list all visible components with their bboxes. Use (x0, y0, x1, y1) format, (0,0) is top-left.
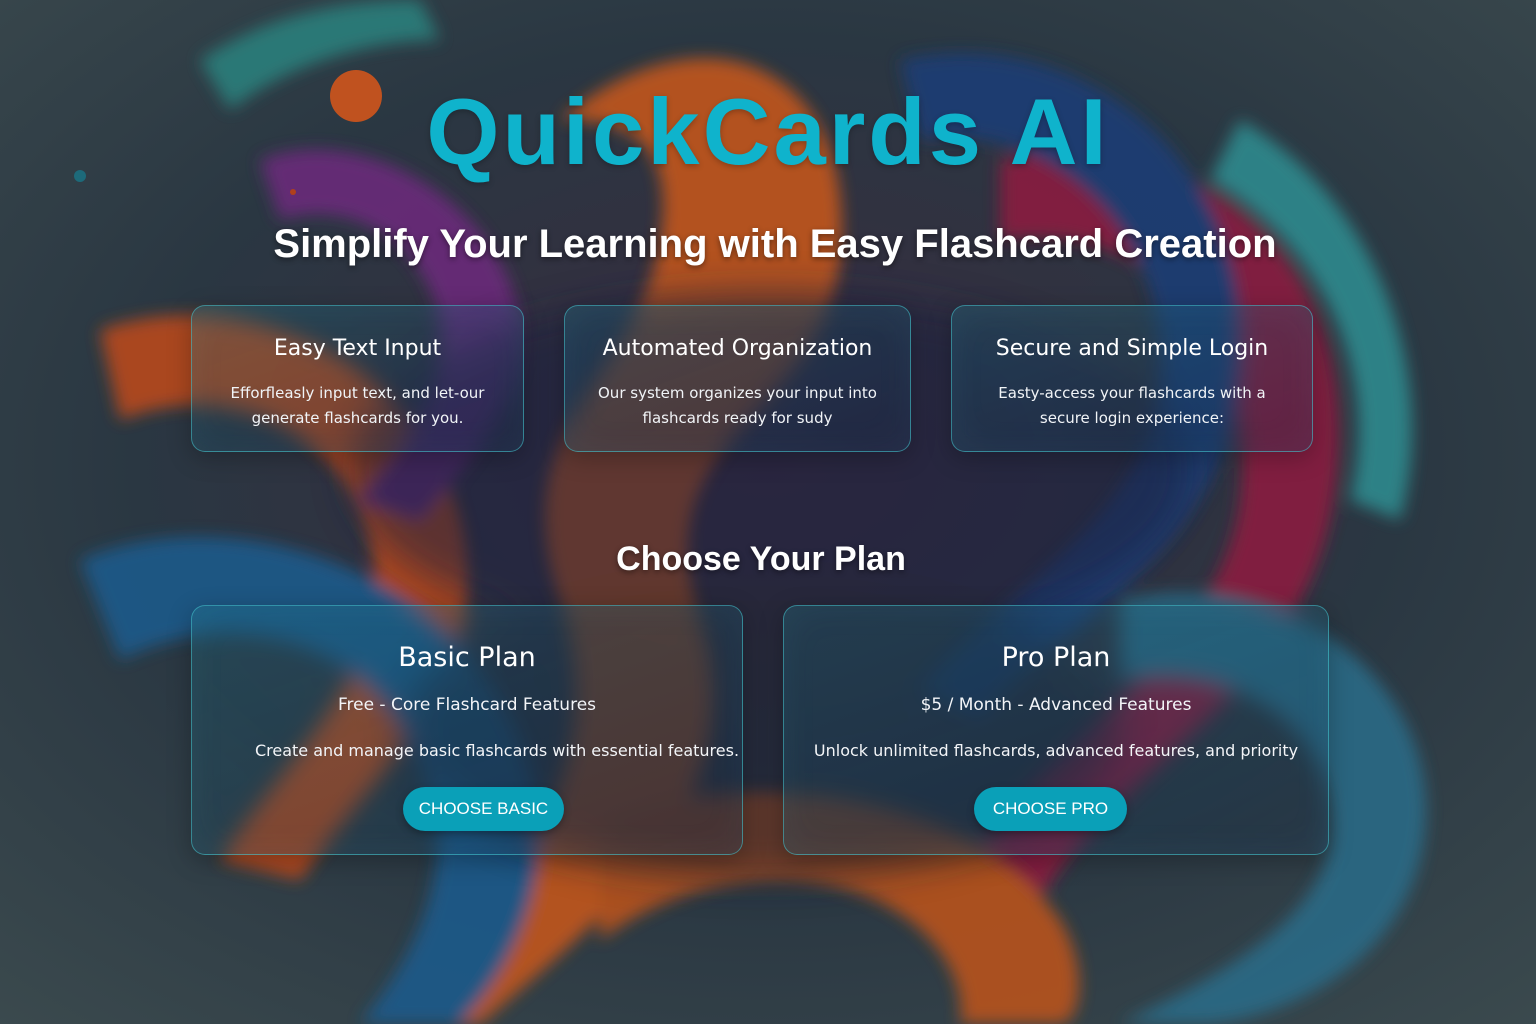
feature-description: Easty-access your flashcards with a secu… (998, 384, 1266, 427)
feature-card-login: Secure and Simple Login Easty-access you… (951, 305, 1313, 452)
feature-card-text-input: Easy Text Input Efforfleasly input text,… (191, 305, 524, 452)
plan-name: Pro Plan (1001, 642, 1111, 673)
plan-description: Unlock unlimited flashcards, advanced fe… (813, 741, 1299, 760)
plan-price: Free - Core Flashcard Features (337, 695, 597, 715)
plan-name: Basic Plan (398, 642, 536, 673)
plan-card-basic: Basic Plan Free - Core Flashcard Feature… (191, 605, 743, 855)
plan-card-pro: Pro Plan $5 / Month - Advanced Features … (783, 605, 1329, 855)
choose-pro-button[interactable]: CHOOSE PRO (974, 787, 1127, 831)
feature-description: Efforfleasly input text, and let-our gen… (230, 384, 485, 427)
feature-title: Secure and Simple Login (995, 336, 1269, 361)
landing-page: QuickCards AI Simplify Your Learning wit… (0, 0, 1536, 1024)
feature-card-organization: Automated Organization Our system organi… (564, 305, 911, 452)
feature-title: Easy Text Input (273, 336, 442, 361)
choose-basic-button[interactable]: CHOOSE BASIC (403, 787, 564, 831)
feature-title: Automated Organization (602, 336, 873, 361)
brand-title: QuickCards AI (426, 79, 1110, 184)
plan-price: $5 / Month - Advanced Features (920, 695, 1192, 715)
feature-description: Our system organizes your input into fla… (598, 384, 877, 427)
plans-heading: Choose Your Plan (616, 540, 906, 578)
hero-tagline: Simplify Your Learning with Easy Flashca… (273, 222, 1277, 266)
plan-description: Create and manage basic flashcards with … (254, 741, 740, 760)
